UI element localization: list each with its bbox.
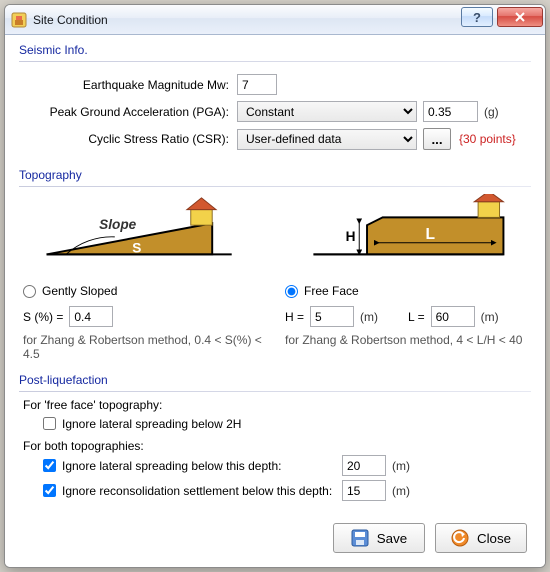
label-ignore-2h: Ignore lateral spreading below 2H bbox=[62, 417, 241, 431]
svg-text:S: S bbox=[132, 240, 141, 255]
csr-browse-button[interactable]: ... bbox=[423, 128, 451, 150]
select-pga[interactable]: Constant bbox=[237, 101, 417, 122]
label-h: H = bbox=[285, 310, 304, 324]
label-freeface: Free Face bbox=[304, 284, 359, 298]
dialog-window: Site Condition ? Seismic Info. Earthquak… bbox=[4, 4, 546, 568]
app-icon bbox=[11, 12, 27, 28]
close-button[interactable]: Close bbox=[435, 523, 527, 553]
unit-pga: (g) bbox=[484, 105, 499, 119]
select-csr[interactable]: User-defined data bbox=[237, 129, 417, 150]
unit-depth: (m) bbox=[392, 459, 410, 473]
chk-ignore-2h[interactable] bbox=[43, 417, 56, 430]
input-mw[interactable] bbox=[237, 74, 277, 95]
subhead-ff: For 'free face' topography: bbox=[23, 398, 527, 412]
group-topography: Topography Slope S 100 bbox=[19, 168, 531, 365]
unit-reconsol: (m) bbox=[392, 484, 410, 498]
radio-freeface[interactable] bbox=[285, 285, 298, 298]
unit-l: (m) bbox=[481, 310, 499, 324]
save-button[interactable]: Save bbox=[333, 523, 425, 553]
radio-gently[interactable] bbox=[23, 285, 36, 298]
chk-ignore-depth[interactable] bbox=[43, 459, 56, 472]
close-icon bbox=[514, 12, 526, 22]
svg-text:Slope: Slope bbox=[99, 217, 137, 232]
label-mw: Earthquake Magnitude Mw: bbox=[23, 78, 237, 92]
note-gently: for Zhang & Robertson method, 0.4 < S(%)… bbox=[23, 333, 265, 361]
col-gently: Slope S 100 Gently Sloped S (%) = bbox=[23, 193, 265, 361]
note-freeface: for Zhang & Robertson method, 4 < L/H < … bbox=[285, 333, 527, 347]
titlebar-close-button[interactable] bbox=[497, 7, 543, 27]
input-ignore-reconsol[interactable] bbox=[342, 480, 386, 501]
label-ignore-reconsol: Ignore reconsolidation settlement below … bbox=[62, 484, 342, 498]
col-freeface: H L Free Face H = (m) bbox=[285, 193, 527, 361]
input-pga-value[interactable] bbox=[423, 101, 478, 122]
ellipsis-icon: ... bbox=[431, 132, 442, 147]
save-icon bbox=[351, 529, 369, 547]
titlebar[interactable]: Site Condition ? bbox=[5, 5, 545, 35]
legend-topography: Topography bbox=[19, 168, 531, 182]
legend-post: Post-liquefaction bbox=[19, 373, 531, 387]
group-post: Post-liquefaction For 'free face' topogr… bbox=[19, 373, 531, 509]
window-buttons: ? bbox=[457, 7, 543, 27]
input-ignore-depth[interactable] bbox=[342, 455, 386, 476]
help-button[interactable]: ? bbox=[461, 7, 493, 27]
diagram-freeface: H L bbox=[285, 193, 527, 271]
label-l: L = bbox=[408, 310, 425, 324]
csr-points-badge: {30 points} bbox=[459, 132, 516, 146]
diagram-slope: Slope S 100 bbox=[23, 193, 265, 271]
label-csr: Cyclic Stress Ratio (CSR): bbox=[23, 132, 237, 146]
input-l[interactable] bbox=[431, 306, 475, 327]
subhead-both: For both topographies: bbox=[23, 439, 527, 453]
svg-text:100: 100 bbox=[119, 258, 137, 270]
legend-seismic: Seismic Info. bbox=[19, 43, 531, 57]
unit-h: (m) bbox=[360, 310, 378, 324]
label-ignore-depth: Ignore lateral spreading below this dept… bbox=[62, 459, 342, 473]
window-title: Site Condition bbox=[33, 13, 457, 27]
footer: Save Close bbox=[19, 517, 531, 555]
input-s[interactable] bbox=[69, 306, 113, 327]
save-label: Save bbox=[377, 531, 407, 546]
content-area: Seismic Info. Earthquake Magnitude Mw: P… bbox=[5, 35, 545, 567]
svg-text:H: H bbox=[346, 229, 356, 244]
chk-ignore-reconsol[interactable] bbox=[43, 484, 56, 497]
group-seismic: Seismic Info. Earthquake Magnitude Mw: P… bbox=[19, 43, 531, 160]
svg-text:L: L bbox=[425, 226, 435, 243]
label-gently: Gently Sloped bbox=[42, 284, 117, 298]
label-pga: Peak Ground Acceleration (PGA): bbox=[23, 105, 237, 119]
label-s: S (%) = bbox=[23, 310, 63, 324]
close-label: Close bbox=[477, 531, 511, 546]
input-h[interactable] bbox=[310, 306, 354, 327]
back-icon bbox=[451, 529, 469, 547]
